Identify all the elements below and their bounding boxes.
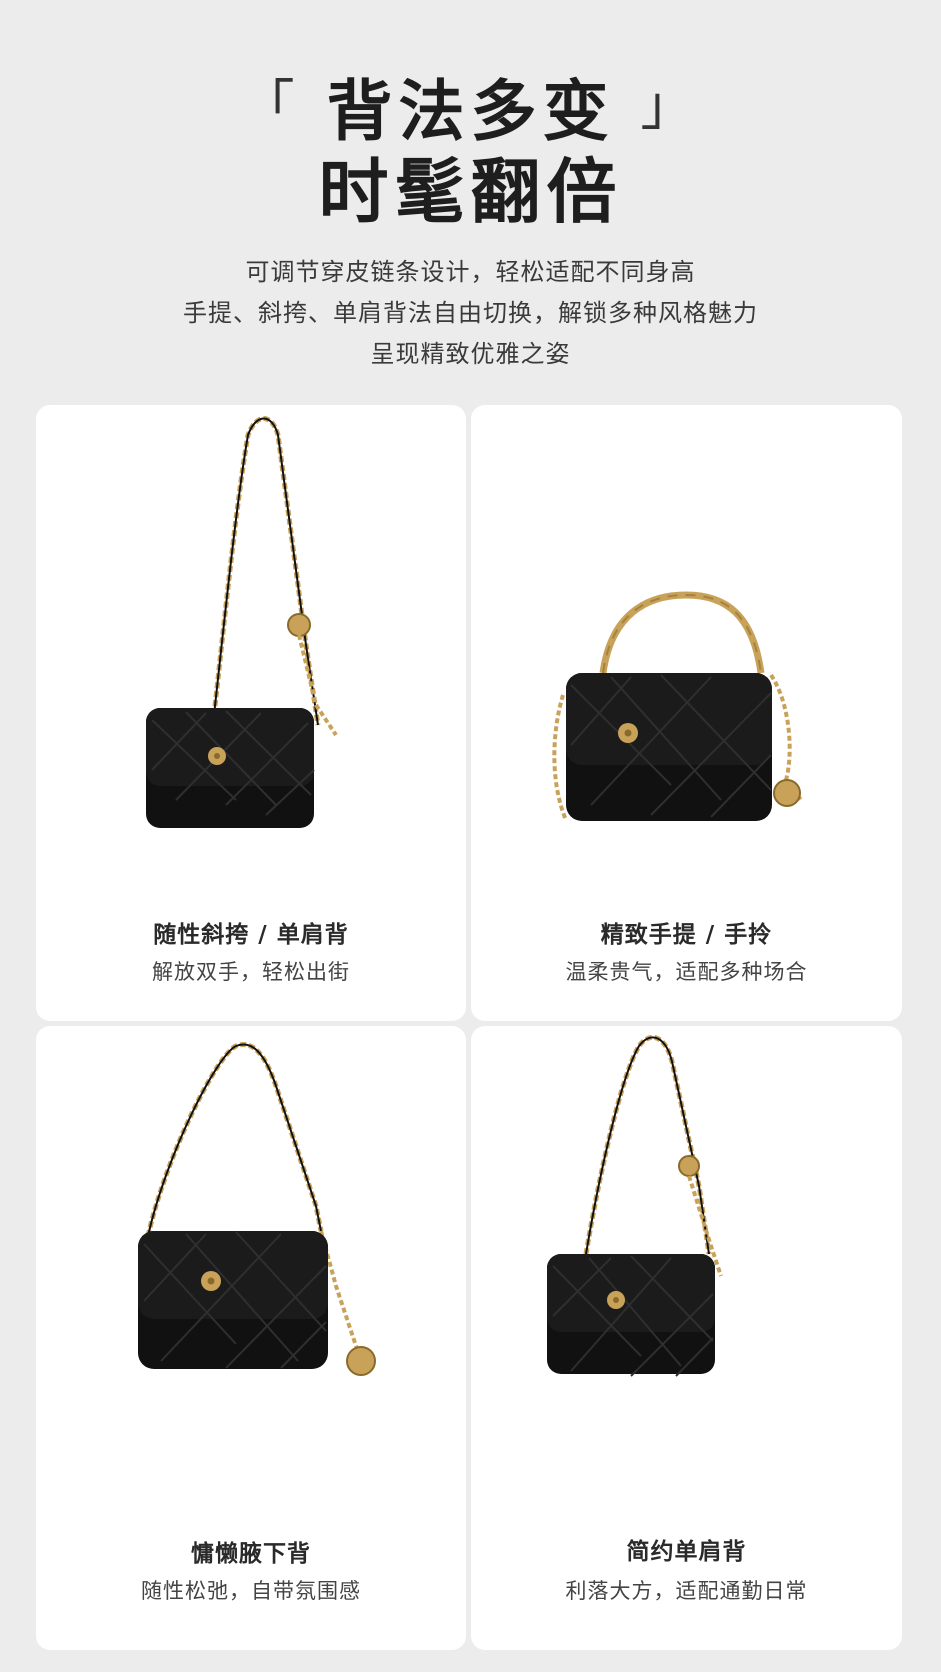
bracket-close: 」	[640, 74, 701, 137]
card-title: 精致手提 / 手拎	[600, 922, 773, 948]
card-title: 慵懒腋下背	[191, 1541, 311, 1567]
description-line-1: 可调节穿皮链条设计，轻松适配不同身高	[245, 258, 696, 286]
description-line-3: 呈现精致优雅之姿	[370, 340, 571, 368]
bag-underarm-image	[138, 1042, 376, 1376]
headline-secondary: 时髦翻倍	[318, 150, 623, 233]
bag-handheld-image	[552, 591, 803, 821]
card-title: 随性斜挎 / 单肩背	[153, 922, 349, 948]
bag-crossbody-image	[146, 416, 338, 828]
card-underarm: 慵懒腋下背 随性松弛，自带氛围感	[36, 1026, 466, 1650]
card-subtitle: 随性松弛，自带氛围感	[141, 1579, 361, 1603]
description-line-2: 手提、斜挎、单肩背法自由切换，解锁多种风格魅力	[183, 299, 758, 327]
card-subtitle: 利落大方，适配通勤日常	[565, 1579, 808, 1603]
card-shoulder: 简约单肩背 利落大方，适配通勤日常	[471, 1026, 902, 1650]
card-subtitle: 温柔贵气，适配多种场合	[565, 960, 808, 984]
bag-shoulder-image	[547, 1034, 723, 1377]
hero-section: 「背法多变」 时髦翻倍 可调节穿皮链条设计，轻松适配不同身高 手提、斜挎、单肩背…	[0, 0, 941, 400]
card-subtitle: 解放双手，轻松出街	[152, 960, 350, 984]
card-title: 简约单肩背	[626, 1539, 747, 1565]
card-handheld: 精致手提 / 手拎 温柔贵气，适配多种场合	[471, 405, 902, 1021]
bracket-open: 「	[240, 74, 301, 137]
card-crossbody: 随性斜挎 / 单肩背 解放双手，轻松出街	[36, 405, 466, 1021]
